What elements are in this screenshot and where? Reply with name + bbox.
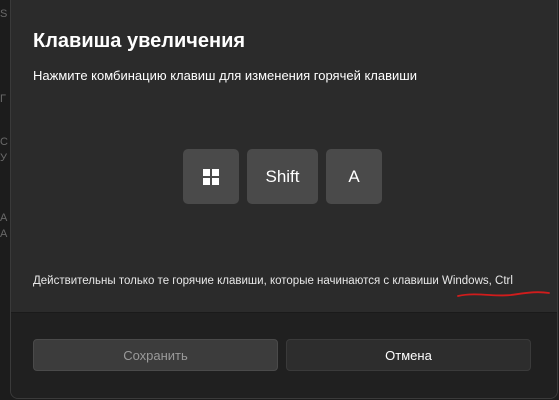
hotkey-note: Действительны только те горячие клавиши,… xyxy=(33,275,513,287)
dialog-title: Клавиша увеличения xyxy=(33,30,246,52)
windows-logo-icon xyxy=(203,168,219,185)
key-windows xyxy=(183,149,239,204)
cancel-button[interactable]: Отмена xyxy=(286,339,531,371)
key-a: A xyxy=(326,149,382,204)
background-text-fragment: Г xyxy=(0,93,6,105)
background-text-fragment: С xyxy=(0,136,8,148)
background-text-fragment: А xyxy=(0,228,8,240)
red-underline-annotation xyxy=(457,291,550,297)
dialog-subtitle: Нажмите комбинацию клавиш для изменения … xyxy=(33,68,417,83)
dialog-footer: Сохранить Отмена xyxy=(11,312,557,398)
key-combination: Shift A xyxy=(183,149,382,204)
save-button[interactable]: Сохранить xyxy=(33,339,278,371)
hotkey-dialog: Клавиша увеличения Нажмите комбинацию кл… xyxy=(10,0,558,399)
key-shift: Shift xyxy=(247,149,318,204)
background-text-fragment: У xyxy=(0,152,7,164)
background-text-fragment: S xyxy=(0,8,8,20)
background-text-fragment: А xyxy=(0,212,8,224)
